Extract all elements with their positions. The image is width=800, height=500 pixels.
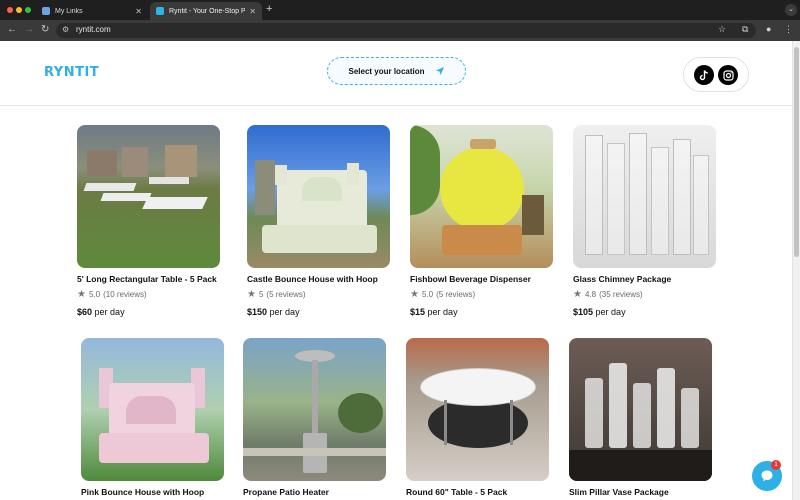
product-card[interactable]: Glass Chimney Package ★ 4.8 (35 reviews)… bbox=[573, 125, 716, 317]
product-price: $60 bbox=[77, 307, 93, 317]
browser-tab-bar: My Links ✕ Ryntit - Your One-Stop Party … bbox=[0, 0, 800, 20]
product-image[interactable] bbox=[410, 125, 553, 268]
location-label: Select your location bbox=[348, 66, 425, 76]
tab-title: My Links bbox=[55, 7, 83, 15]
tab-my-links[interactable]: My Links ✕ bbox=[36, 2, 148, 20]
page-scrollbar[interactable] bbox=[792, 41, 800, 500]
url-text: ryntit.com bbox=[76, 25, 111, 34]
product-price-row: $15 per day bbox=[410, 307, 553, 317]
price-unit: per day bbox=[269, 307, 300, 317]
rating-value: 5.0 bbox=[421, 290, 434, 299]
price-unit: per day bbox=[427, 307, 458, 317]
product-image[interactable] bbox=[77, 125, 220, 268]
product-image[interactable] bbox=[406, 338, 549, 481]
tab-favicon-icon bbox=[42, 7, 50, 15]
star-icon: ★ bbox=[247, 289, 256, 300]
puzzle-icon[interactable]: ⧉ bbox=[742, 24, 748, 35]
reload-icon[interactable]: ↻ bbox=[41, 24, 49, 35]
close-window-button[interactable] bbox=[7, 7, 13, 13]
product-price: $150 bbox=[247, 307, 268, 317]
tab-search-icon[interactable]: ⌄ bbox=[785, 4, 797, 16]
select-location-button[interactable]: Select your location bbox=[327, 57, 466, 85]
navigation-arrow-icon bbox=[435, 67, 444, 75]
minimize-window-button[interactable] bbox=[16, 7, 22, 13]
product-price-row: $150 per day bbox=[247, 307, 390, 317]
product-rating: ★ 4.8 (35 reviews) bbox=[573, 289, 716, 300]
product-price: $105 bbox=[573, 307, 594, 317]
site-logo[interactable]: RYNTIT bbox=[44, 65, 99, 80]
product-rating: ★ 5 (5 reviews) bbox=[247, 289, 390, 300]
rating-value: 4.8 bbox=[584, 290, 597, 299]
instagram-icon[interactable] bbox=[718, 65, 738, 85]
chat-bubble-icon bbox=[761, 470, 773, 482]
review-count: (5 reviews) bbox=[436, 290, 476, 299]
review-count: (5 reviews) bbox=[266, 290, 306, 299]
browser-toolbar: ← → ↻ ⚙ ryntit.com ☆ ⧉ ● ⋮ bbox=[0, 20, 800, 41]
rating-value: 5.0 bbox=[88, 290, 101, 299]
price-unit: per day bbox=[94, 307, 125, 317]
product-name[interactable]: Round 60" Table - 5 Pack bbox=[406, 487, 549, 497]
product-name[interactable]: Pink Bounce House with Hoop bbox=[81, 487, 224, 497]
product-name[interactable]: Slim Pillar Vase Package bbox=[569, 487, 712, 497]
product-image[interactable] bbox=[81, 338, 224, 481]
product-price-row: $105 per day bbox=[573, 307, 716, 317]
product-image[interactable] bbox=[573, 125, 716, 268]
product-card[interactable]: Propane Patio Heater bbox=[243, 338, 386, 497]
product-name[interactable]: Fishbowl Beverage Dispenser bbox=[410, 274, 553, 284]
social-links bbox=[683, 57, 749, 92]
tab-close-icon[interactable]: ✕ bbox=[135, 7, 142, 16]
product-name[interactable]: Propane Patio Heater bbox=[243, 487, 386, 497]
arrow-right-icon[interactable]: → bbox=[24, 24, 34, 35]
maximize-window-button[interactable] bbox=[25, 7, 31, 13]
product-image[interactable] bbox=[247, 125, 390, 268]
review-count: (10 reviews) bbox=[103, 290, 147, 299]
product-image[interactable] bbox=[569, 338, 712, 481]
site-info-icon[interactable]: ⚙ bbox=[62, 25, 69, 34]
product-card[interactable]: Pink Bounce House with Hoop bbox=[81, 338, 224, 497]
product-price: $15 bbox=[410, 307, 426, 317]
tab-ryntit[interactable]: Ryntit - Your One-Stop Party ✕ bbox=[150, 2, 262, 20]
product-image[interactable] bbox=[243, 338, 386, 481]
tab-title: Ryntit - Your One-Stop Party bbox=[169, 7, 246, 15]
new-tab-button[interactable]: + bbox=[266, 3, 272, 15]
star-icon: ★ bbox=[573, 289, 582, 300]
person-icon[interactable]: ● bbox=[766, 24, 771, 34]
star-icon: ★ bbox=[77, 289, 86, 300]
product-name[interactable]: 5' Long Rectangular Table - 5 Pack bbox=[77, 274, 220, 284]
product-name[interactable]: Glass Chimney Package bbox=[573, 274, 716, 284]
product-price-row: $60 per day bbox=[77, 307, 220, 317]
tab-favicon-icon bbox=[156, 7, 164, 15]
kebab-menu-icon[interactable]: ⋮ bbox=[784, 24, 793, 35]
product-card[interactable]: Slim Pillar Vase Package bbox=[569, 338, 712, 497]
scrollbar-thumb[interactable] bbox=[794, 47, 799, 257]
product-name[interactable]: Castle Bounce House with Hoop bbox=[247, 274, 390, 284]
arrow-left-icon[interactable]: ← bbox=[7, 24, 17, 35]
product-card[interactable]: 5' Long Rectangular Table - 5 Pack ★ 5.0… bbox=[77, 125, 220, 317]
star-icon[interactable]: ☆ bbox=[718, 24, 726, 35]
product-card[interactable]: Castle Bounce House with Hoop ★ 5 (5 rev… bbox=[247, 125, 390, 317]
price-unit: per day bbox=[595, 307, 626, 317]
address-bar[interactable]: ⚙ ryntit.com bbox=[56, 23, 756, 38]
review-count: (35 reviews) bbox=[599, 290, 643, 299]
star-icon: ★ bbox=[410, 289, 419, 300]
chat-notification-badge: 1 bbox=[771, 460, 781, 470]
product-card[interactable]: Fishbowl Beverage Dispenser ★ 5.0 (5 rev… bbox=[410, 125, 553, 317]
product-rating: ★ 5.0 (5 reviews) bbox=[410, 289, 553, 300]
site-header: RYNTIT Select your location bbox=[0, 41, 792, 106]
tab-close-icon[interactable]: ✕ bbox=[249, 7, 256, 16]
product-rating: ★ 5.0 (10 reviews) bbox=[77, 289, 220, 300]
tiktok-icon[interactable] bbox=[694, 65, 714, 85]
product-card[interactable]: Round 60" Table - 5 Pack bbox=[406, 338, 549, 497]
rating-value: 5 bbox=[258, 290, 264, 299]
